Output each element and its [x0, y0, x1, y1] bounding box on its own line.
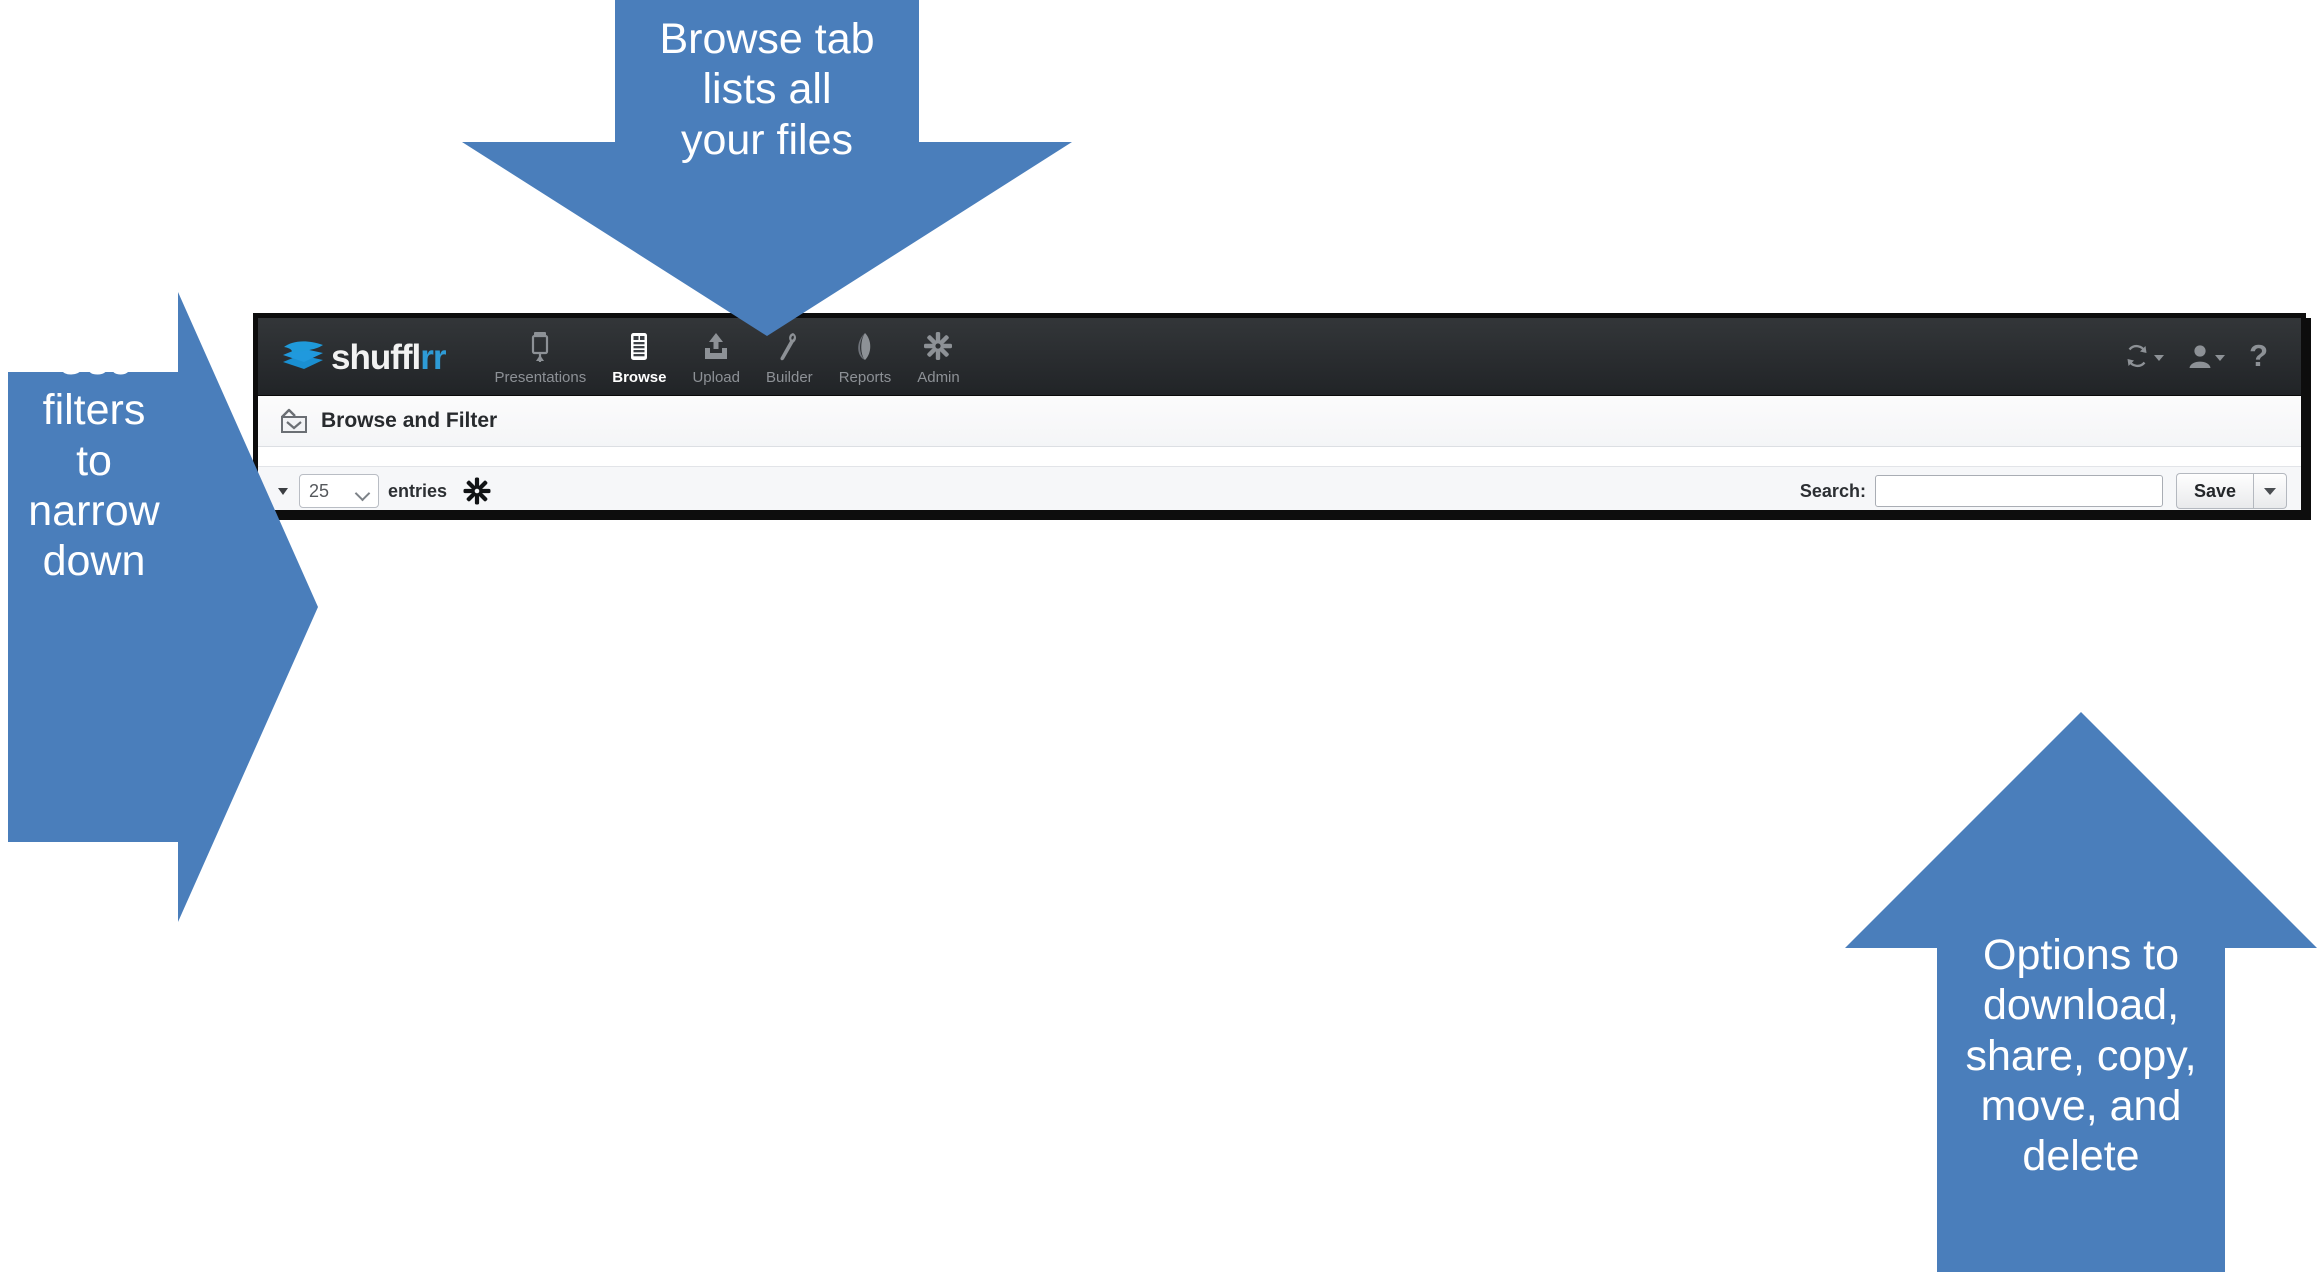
app-window: shufflrr Presentations Browse Upload Bui… [253, 313, 2306, 515]
sync-refresh-icon [2127, 344, 2147, 367]
chevron-down-icon [2154, 354, 2165, 361]
chevron-down-icon [2264, 487, 2276, 495]
page-title: Browse and Filter [321, 409, 498, 432]
sync-refresh-menu[interactable] [2112, 342, 2175, 370]
entries-label: entries [388, 480, 448, 501]
table-controls: 25 entries Search: Save [258, 467, 2301, 510]
column-settings-gear-icon[interactable] [463, 477, 491, 505]
user-account-menu[interactable] [2177, 342, 2236, 370]
nav-label-presentations: Presentations [494, 369, 587, 386]
save-dropdown-button[interactable] [2253, 473, 2287, 509]
nav-label-upload: Upload [692, 369, 740, 386]
save-button[interactable]: Save [2175, 473, 2253, 509]
search-input[interactable] [1874, 475, 2163, 507]
chevron-down-icon [2215, 354, 2226, 361]
annotation-arrow-bottom [1845, 712, 2317, 1272]
annotation-arrow-left [8, 292, 318, 922]
slide-canvas: Browse tab lists all your files Use filt… [0, 0, 2318, 1272]
help-question-icon: ? [2249, 338, 2268, 373]
header-divider [258, 447, 2301, 467]
annotation-arrow-top [462, 0, 1072, 336]
nav-label-browse: Browse [612, 369, 667, 386]
user-account-icon [2189, 344, 2211, 368]
nav-label-admin: Admin [917, 369, 960, 386]
save-button-group: Save [2175, 473, 2287, 509]
nav-label-builder: Builder [765, 369, 813, 386]
logo-wordmark: shufflrr [331, 337, 447, 377]
nav-label-reports: Reports [838, 369, 892, 386]
search-label: Search: [1799, 480, 1866, 501]
help-button[interactable]: ? [2238, 340, 2279, 371]
page-header: Browse and Filter [258, 396, 2301, 447]
nav-right-actions: ? [2112, 340, 2279, 371]
